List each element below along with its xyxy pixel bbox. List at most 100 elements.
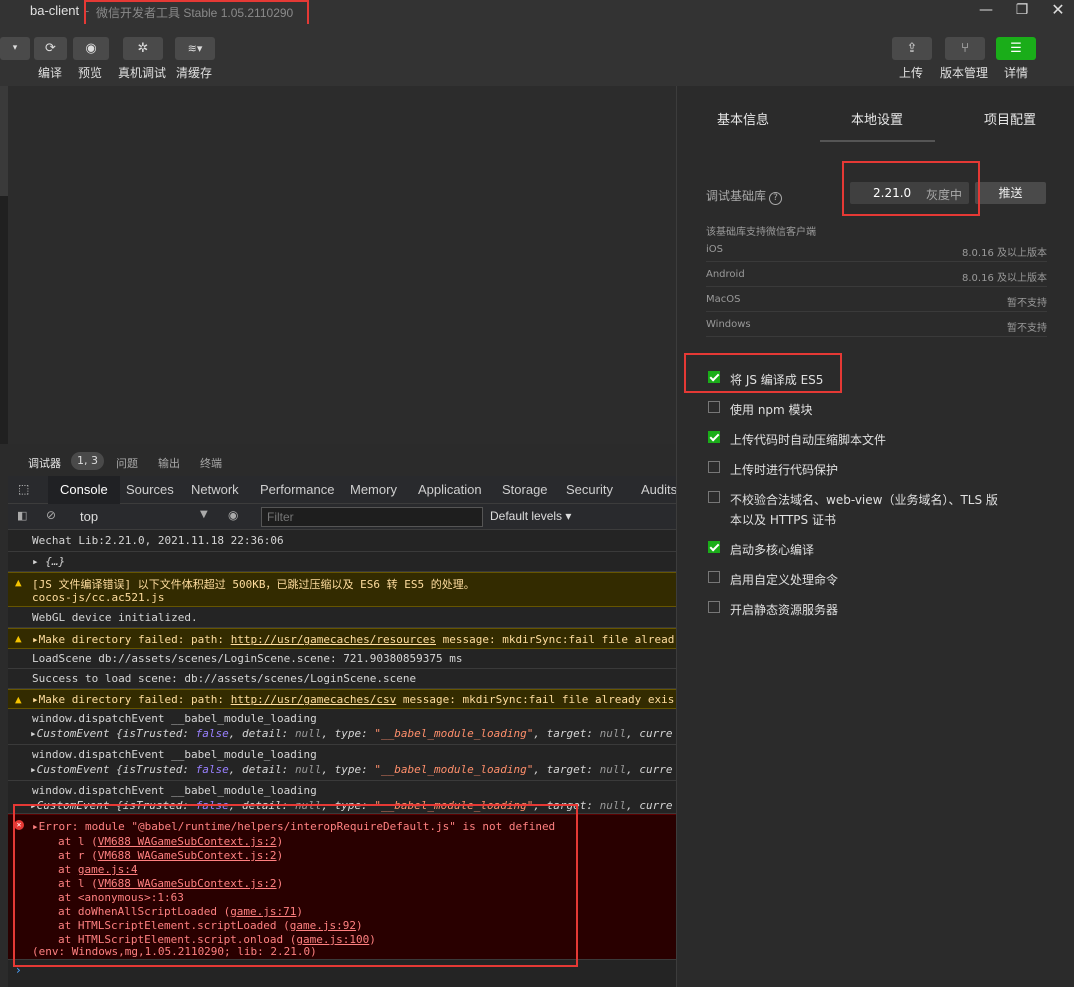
editor-pane[interactable]: [8, 86, 676, 444]
debugger-badge: 1, 3: [71, 452, 104, 470]
console-text: window.dispatchEvent __babel_module_load…: [32, 748, 317, 761]
tab-audits[interactable]: Audits: [641, 482, 677, 497]
console-output[interactable]: Wechat Lib:2.21.0, 2021.11.18 22:36:06 ▸…: [8, 530, 676, 987]
preview-button[interactable]: ◉: [73, 37, 109, 60]
platform-version: 暂不支持: [1007, 323, 1047, 334]
tab-security[interactable]: Security: [566, 482, 613, 497]
console-text: message: mkdirSync:fail file alread: [436, 633, 675, 646]
source-link[interactable]: game.js:92: [290, 919, 356, 932]
clear-console-icon[interactable]: ⊘: [46, 508, 56, 522]
console-object[interactable]: ▸CustomEvent {isTrusted: false, detail: …: [30, 799, 672, 812]
tab-terminal[interactable]: 终端: [200, 455, 222, 471]
stack-line: at HTMLScriptElement.scriptLoaded (game.…: [58, 919, 363, 932]
help-icon[interactable]: ?: [769, 192, 783, 205]
platform-row: MacOS 暂不支持: [706, 287, 1047, 312]
tab-performance[interactable]: Performance: [260, 482, 334, 497]
menu-icon: ☰: [1010, 41, 1022, 56]
details-button[interactable]: ☰: [996, 37, 1036, 60]
tab-debugger[interactable]: 调试器: [28, 455, 61, 471]
checkbox[interactable]: [708, 541, 720, 553]
title-separator: -: [85, 3, 90, 18]
tab-project-config[interactable]: 项目配置: [984, 109, 1036, 128]
source-link[interactable]: VM688 WAGameSubContext.js:2: [98, 835, 277, 848]
clear-cache-button[interactable]: ≋▾: [175, 37, 215, 60]
inspect-element-icon[interactable]: ⬚: [18, 482, 29, 496]
push-button[interactable]: 推送: [975, 182, 1046, 204]
console-text: Wechat Lib:2.21.0, 2021.11.18 22:36:06: [32, 534, 284, 547]
console-link[interactable]: http://usr/gamecaches/csv: [231, 693, 397, 706]
stack-line: at <anonymous>:1:63: [58, 891, 184, 904]
levels-label: Default levels: [490, 509, 563, 523]
source-link[interactable]: game.js:4: [78, 863, 138, 876]
console-row[interactable]: ▸ {…}: [8, 552, 676, 572]
lib-version-select[interactable]: 2.21.0 灰度中: [850, 182, 969, 204]
source-link[interactable]: VM688 WAGameSubContext.js:2: [98, 849, 277, 862]
console-object[interactable]: ▸CustomEvent {isTrusted: false, detail: …: [30, 763, 672, 776]
simulator-area: [0, 86, 676, 444]
console-event-row: window.dispatchEvent __babel_module_load…: [8, 781, 676, 814]
error-icon: ✕: [14, 820, 24, 830]
eye-icon[interactable]: ◉: [228, 508, 238, 522]
source-link[interactable]: VM688 WAGameSubContext.js:2: [98, 877, 277, 890]
console-object[interactable]: ▸ {…}: [32, 555, 65, 568]
console-object[interactable]: ▸CustomEvent {isTrusted: false, detail: …: [30, 727, 672, 740]
tab-basic-info[interactable]: 基本信息: [717, 109, 769, 128]
checkbox[interactable]: [708, 371, 720, 383]
branch-icon: ⑂: [961, 41, 969, 56]
source-link[interactable]: game.js:71: [230, 905, 296, 918]
option-label: 不校验合法域名、web-view（业务域名）、TLS 版: [730, 493, 998, 507]
layers-icon: ≋▾: [187, 42, 203, 55]
stack-line: at l (VM688 WAGameSubContext.js:2): [58, 835, 284, 848]
option-label: 上传代码时自动压缩脚本文件: [730, 433, 887, 447]
checkbox[interactable]: [708, 401, 720, 413]
stack-line: at l (VM688 WAGameSubContext.js:2): [58, 877, 284, 890]
console-row: LoadScene db://assets/scenes/LoginScene.…: [8, 649, 676, 669]
console-link[interactable]: http://usr/gamecaches/resources: [231, 633, 436, 646]
platform-version: 8.0.16 及以上版本: [962, 273, 1047, 284]
levels-dropdown[interactable]: Default levels ▾: [490, 509, 571, 523]
compile-button[interactable]: ⟳: [34, 37, 67, 60]
platform-version: 暂不支持: [1007, 298, 1047, 309]
error-message[interactable]: ▸Error: module "@babel/runtime/helpers/i…: [32, 820, 555, 833]
checkbox[interactable]: [708, 571, 720, 583]
tab-problems[interactable]: 问题: [116, 455, 138, 471]
version-mgmt-button[interactable]: ⑂: [945, 37, 985, 60]
console-prompt-icon[interactable]: ›: [16, 963, 21, 977]
tab-memory[interactable]: Memory: [350, 482, 397, 497]
checkbox[interactable]: [708, 461, 720, 473]
tab-console[interactable]: Console: [48, 476, 120, 504]
tab-local-settings[interactable]: 本地设置: [851, 109, 903, 128]
filter-input[interactable]: [261, 507, 483, 527]
mode-dropdown-button[interactable]: ▾: [0, 37, 30, 60]
console-text: Make directory failed: path:: [38, 633, 231, 646]
console-row: Success to load scene: db://assets/scene…: [8, 669, 676, 689]
tab-output[interactable]: 输出: [158, 455, 180, 471]
maximize-icon[interactable]: ❐: [1008, 0, 1036, 22]
checkbox[interactable]: [708, 431, 720, 443]
toolbar: ▾ ⟳ ◉ ✲ ≋▾ 编译 预览 真机调试 清缓存 ⇪ ⑂ ☰ 上传 版本管理 …: [0, 24, 1074, 86]
sidebar-toggle-icon[interactable]: ◧: [17, 509, 27, 522]
simulator-strip-top: [0, 86, 8, 196]
tab-network[interactable]: Network: [191, 482, 239, 497]
context-selector[interactable]: top: [80, 509, 98, 524]
real-debug-button[interactable]: ✲: [123, 37, 163, 60]
tab-sources[interactable]: Sources: [126, 482, 174, 497]
option-label: 启用自定义处理命令: [730, 573, 839, 587]
minimize-icon[interactable]: —: [972, 0, 1000, 22]
console-row: WebGL device initialized.: [8, 607, 676, 628]
console-warning-row: ▲ ▸Make directory failed: path: http://u…: [8, 689, 676, 709]
console-text: WebGL device initialized.: [32, 611, 198, 624]
console-text: cocos-js/cc.ac521.js: [32, 591, 165, 604]
console-text: window.dispatchEvent __babel_module_load…: [32, 784, 317, 797]
checkbox[interactable]: [708, 601, 720, 613]
platform-row: Android 8.0.16 及以上版本: [706, 262, 1047, 287]
upload-icon: ⇪: [906, 41, 918, 56]
close-icon[interactable]: ✕: [1044, 0, 1072, 22]
tab-application[interactable]: Application: [418, 482, 482, 497]
upload-button[interactable]: ⇪: [892, 37, 932, 60]
console-filter-bar: ◧ ⊘ top ▼ ◉ Default levels ▾: [8, 504, 676, 530]
platform-name: Windows: [706, 319, 751, 330]
checkbox[interactable]: [708, 491, 720, 503]
context-caret-icon[interactable]: ▼: [200, 509, 208, 520]
tab-storage[interactable]: Storage: [502, 482, 548, 497]
